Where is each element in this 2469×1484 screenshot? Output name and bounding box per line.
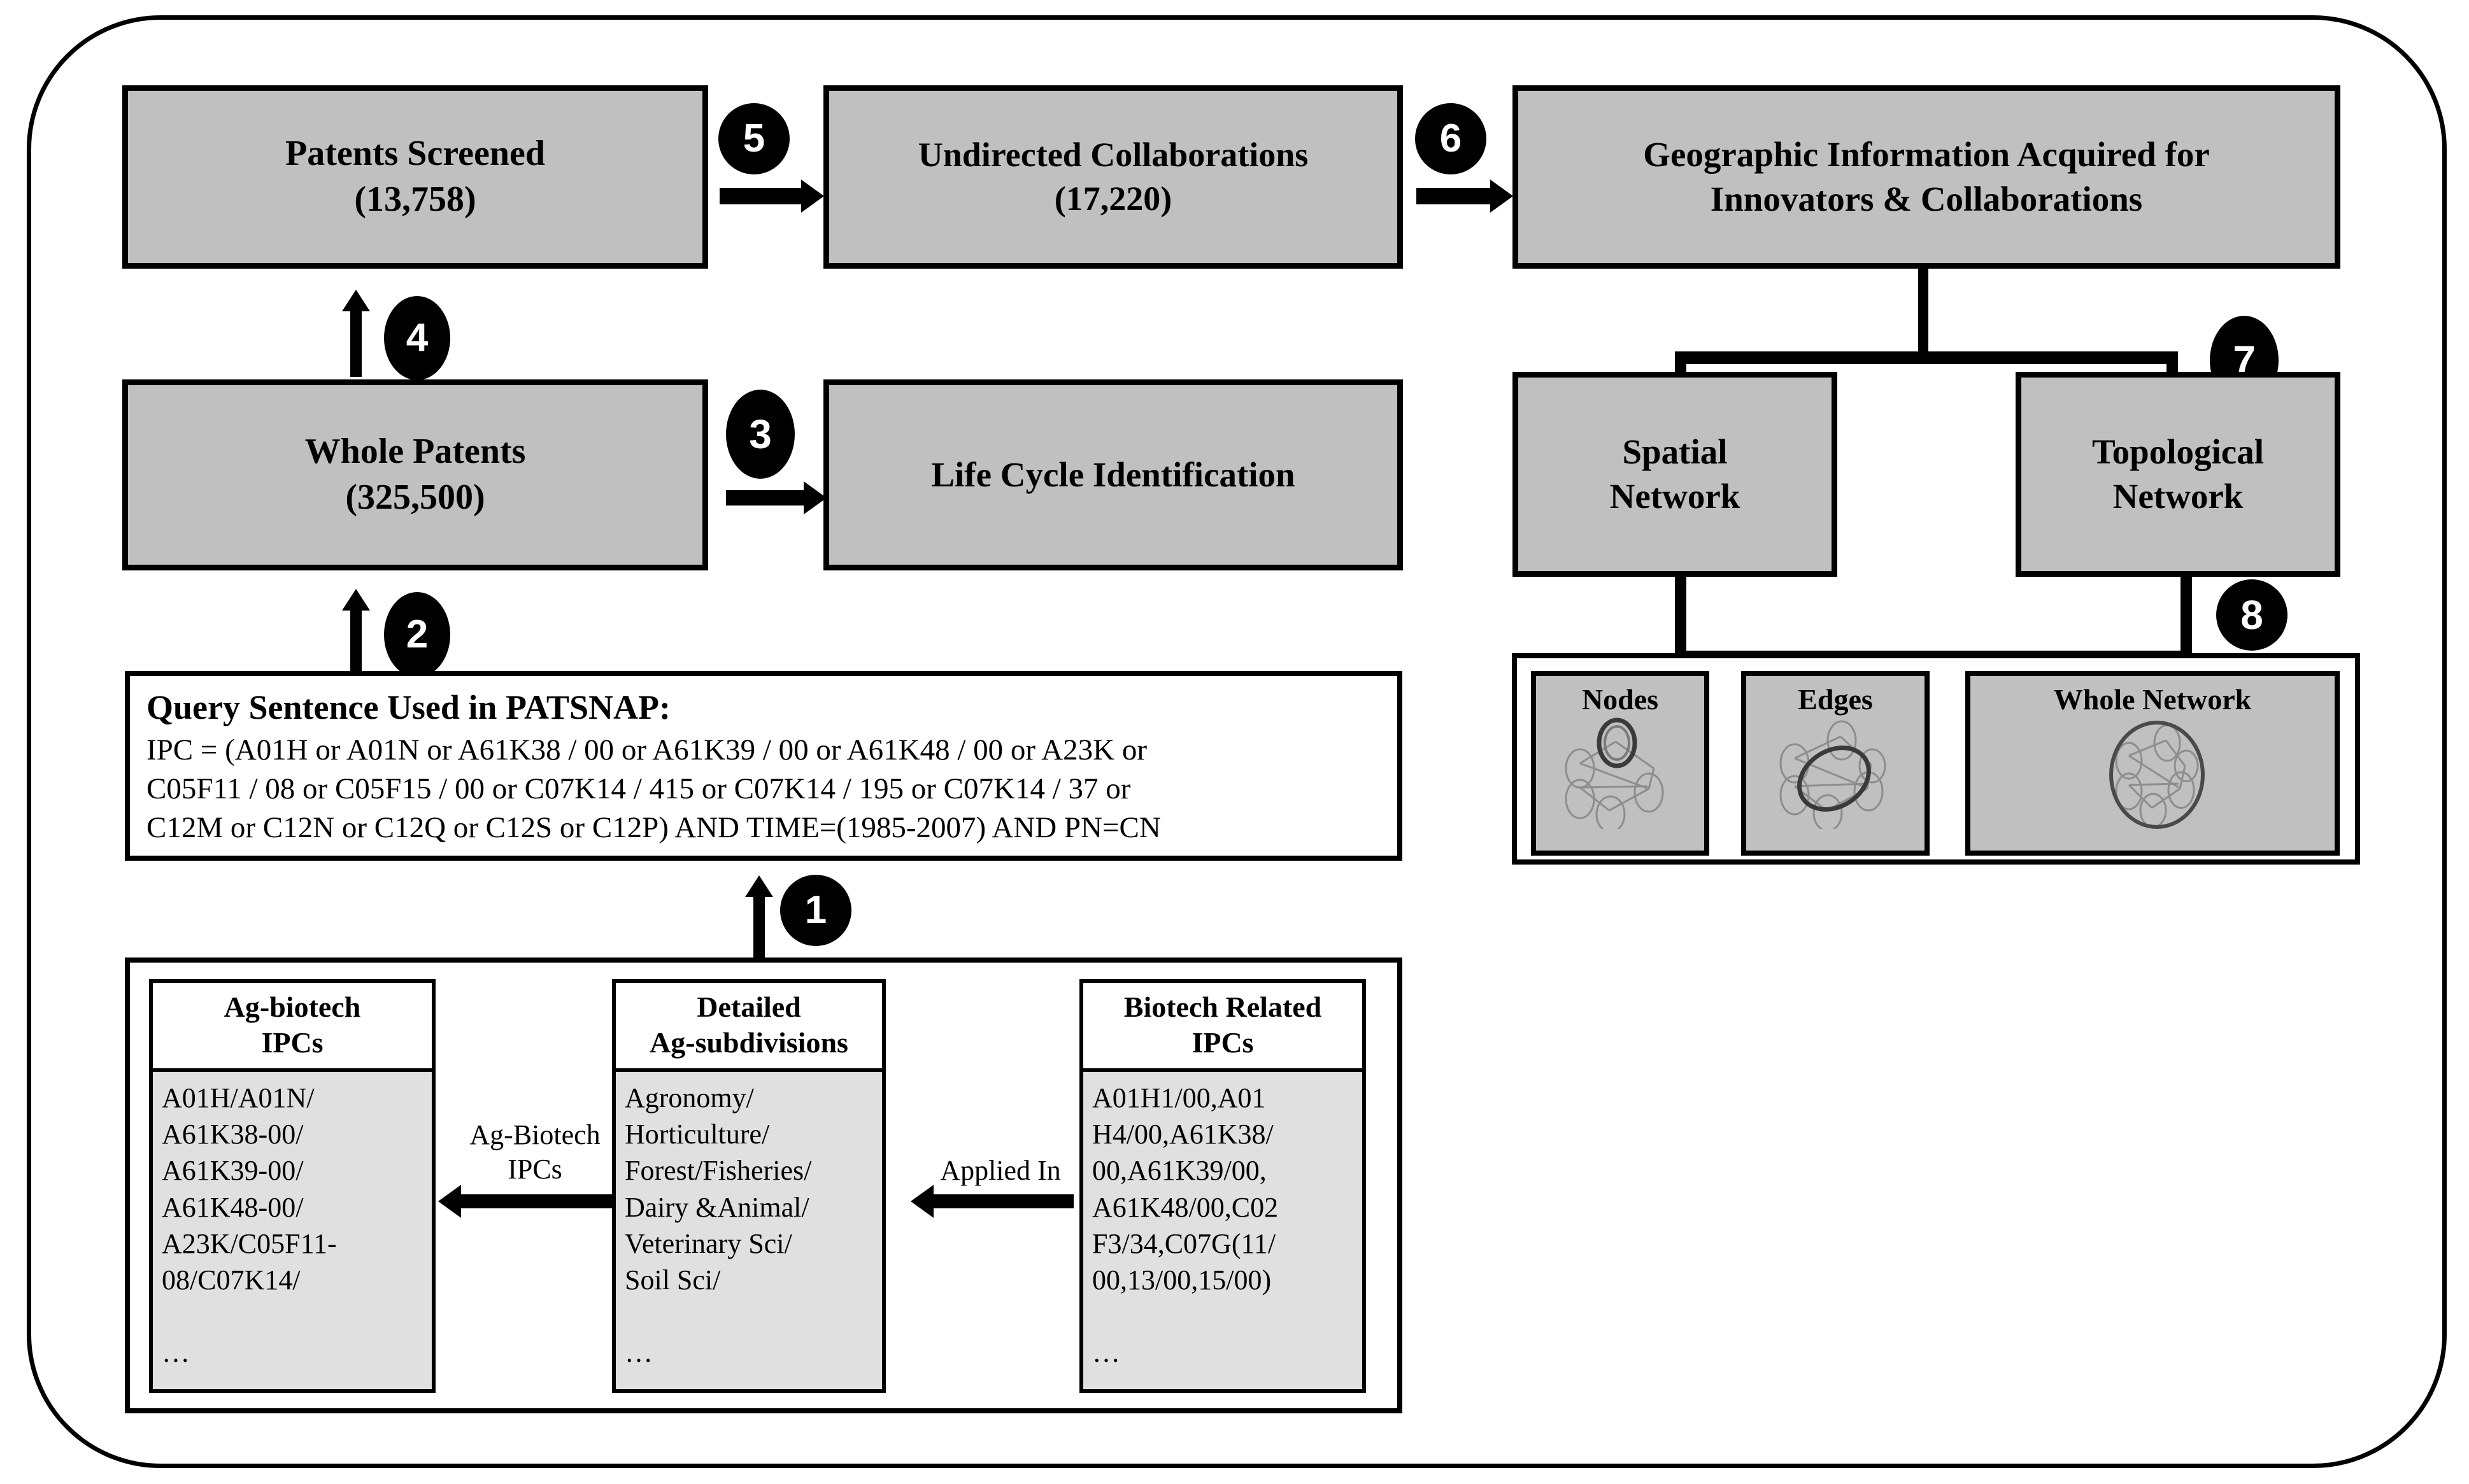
- ipc-column-ag-biotech: Ag-biotech IPCs A01H/A01N/ A61K38-00/ A6…: [149, 979, 436, 1393]
- arrow-2-shaft: [350, 605, 362, 674]
- spatial-network-line1: Spatial: [1622, 432, 1728, 471]
- label-ag-biotech-ipcs: Ag-Biotech IPCs: [439, 1118, 630, 1186]
- step-badge-3-label: 3: [749, 411, 772, 457]
- network-cell-nodes: Nodes: [1531, 671, 1709, 856]
- ipc-col1-head-line1: Detailed: [697, 990, 801, 1023]
- network-cell-whole-network-caption: Whole Network: [2053, 683, 2252, 716]
- arrow-6-head: [1490, 180, 1513, 213]
- ipc-column-ag-biotech-header: Ag-biotech IPCs: [153, 983, 432, 1072]
- whole-patents-line1: Whole Patents: [304, 432, 526, 472]
- life-cycle-line1: Life Cycle Identification: [931, 455, 1295, 494]
- arrow-6-shaft: [1416, 188, 1491, 204]
- ipc-column-biotech-related: Biotech Related IPCs A01H1/00,A01 H4/00,…: [1079, 979, 1366, 1393]
- topological-network-line1: Topological: [2092, 432, 2264, 471]
- ipc-col1-head-line2: Ag-subdivisions: [650, 1026, 848, 1059]
- network-measures-container: Nodes Edges Whole Network: [1512, 653, 2360, 865]
- arrow-ag-biotech-shaft: [461, 1194, 614, 1208]
- ipc-column-biotech-related-header: Biotech Related IPCs: [1083, 983, 1362, 1072]
- step-badge-5: 5: [718, 103, 790, 174]
- query-title: Query Sentence Used in PATSNAP:: [146, 688, 671, 726]
- ipc-column-detailed-header: Detailed Ag-subdivisions: [616, 983, 882, 1072]
- arrow-5-shaft: [720, 188, 802, 204]
- step-badge-4-label: 4: [406, 316, 429, 360]
- network-edges-highlight-icon: [1759, 717, 1912, 832]
- ipc-source-container: Ag-biotech IPCs A01H/A01N/ A61K38-00/ A6…: [125, 958, 1402, 1413]
- figure-canvas: Patents Screened (13,758) 5 Undirected C…: [0, 0, 2469, 1484]
- ipc-column-detailed-ag-subdivisions: Detailed Ag-subdivisions Agronomy/ Horti…: [612, 979, 886, 1393]
- network-cell-edges: Edges: [1741, 671, 1930, 856]
- branch-7-stem: [1918, 269, 1928, 358]
- network-cell-nodes-caption: Nodes: [1581, 683, 1659, 716]
- patents-screened-line2: (13,758): [354, 180, 476, 219]
- topological-network-line2: Network: [2112, 477, 2244, 516]
- step-badge-1: 1: [780, 875, 851, 946]
- patents-screened-line1: Patents Screened: [285, 134, 545, 174]
- merge-8-left-leg: [1675, 577, 1686, 658]
- label-applied-in-text: Applied In: [940, 1155, 1061, 1186]
- step-badge-4: 4: [384, 296, 450, 380]
- query-body: IPC = (A01H or A01N or A61K38 / 00 or A6…: [146, 733, 1161, 844]
- box-life-cycle-identification: Life Cycle Identification: [823, 379, 1403, 570]
- step-badge-6: 6: [1415, 103, 1486, 174]
- arrow-5-head: [801, 180, 824, 213]
- box-undirected-collaborations: Undirected Collaborations (17,220): [823, 85, 1403, 269]
- ipc-col0-head-line1: Ag-biotech: [224, 990, 361, 1023]
- ipc-col0-head-line2: IPCs: [261, 1026, 324, 1059]
- step-badge-1-label: 1: [804, 888, 827, 932]
- arrow-applied-in-shaft: [934, 1194, 1074, 1208]
- box-geographic-information: Geographic Information Acquired for Inno…: [1512, 85, 2340, 269]
- geographic-info-line1: Geographic Information Acquired for: [1643, 134, 2210, 174]
- undirected-collab-line1: Undirected Collaborations: [918, 135, 1309, 174]
- step-badge-2: 2: [384, 592, 450, 677]
- arrow-1-head: [745, 875, 773, 897]
- query-sentence-box: Query Sentence Used in PATSNAP: IPC = (A…: [125, 671, 1402, 861]
- box-spatial-network: Spatial Network: [1512, 372, 1837, 577]
- ipc-col2-head-line1: Biotech Related: [1123, 990, 1322, 1023]
- network-cell-edges-caption: Edges: [1798, 683, 1873, 716]
- network-nodes-highlight-icon: [1547, 717, 1693, 833]
- whole-patents-line2: (325,500): [345, 477, 485, 517]
- label-ag-biotech-ipcs-line1: Ag-Biotech: [469, 1119, 601, 1150]
- arrow-applied-in-head: [911, 1185, 934, 1218]
- undirected-collab-line2: (17,220): [1054, 180, 1172, 218]
- step-badge-8: 8: [2216, 579, 2288, 651]
- geographic-info-line2: Innovators & Collaborations: [1710, 180, 2143, 218]
- ipc-column-biotech-related-body: A01H1/00,A01 H4/00,A61K38/ 00,A61K39/00,…: [1083, 1072, 1362, 1389]
- box-whole-patents: Whole Patents (325,500): [122, 379, 708, 570]
- branch-7-crossbar: [1675, 351, 2178, 364]
- merge-8-right-leg: [2181, 577, 2192, 658]
- step-badge-2-label: 2: [406, 612, 429, 656]
- arrow-1-shaft: [753, 891, 765, 960]
- step-badge-8-label: 8: [2240, 592, 2263, 638]
- ipc-col2-head-line2: IPCs: [1192, 1026, 1254, 1059]
- arrow-ag-biotech-head: [438, 1185, 461, 1218]
- ipc-column-detailed-body: Agronomy/ Horticulture/ Forest/Fisheries…: [616, 1072, 882, 1389]
- step-badge-3: 3: [726, 390, 795, 479]
- label-ag-biotech-ipcs-line2: IPCs: [508, 1153, 562, 1185]
- box-topological-network: Topological Network: [2016, 372, 2340, 577]
- network-whole-highlight-icon: [2073, 717, 2232, 832]
- network-cell-whole-network: Whole Network: [1965, 671, 2340, 856]
- ipc-column-ag-biotech-body: A01H/A01N/ A61K38-00/ A61K39-00/ A61K48-…: [153, 1072, 432, 1389]
- arrow-3-shaft: [726, 490, 805, 505]
- arrow-4-head: [342, 290, 370, 311]
- spatial-network-line2: Network: [1609, 477, 1740, 516]
- arrow-2-head: [342, 589, 370, 611]
- box-patents-screened: Patents Screened (13,758): [122, 85, 708, 269]
- step-badge-5-label: 5: [743, 117, 765, 160]
- step-badge-6-label: 6: [1439, 117, 1462, 160]
- label-applied-in: Applied In: [914, 1154, 1086, 1188]
- arrow-4-shaft: [350, 306, 362, 377]
